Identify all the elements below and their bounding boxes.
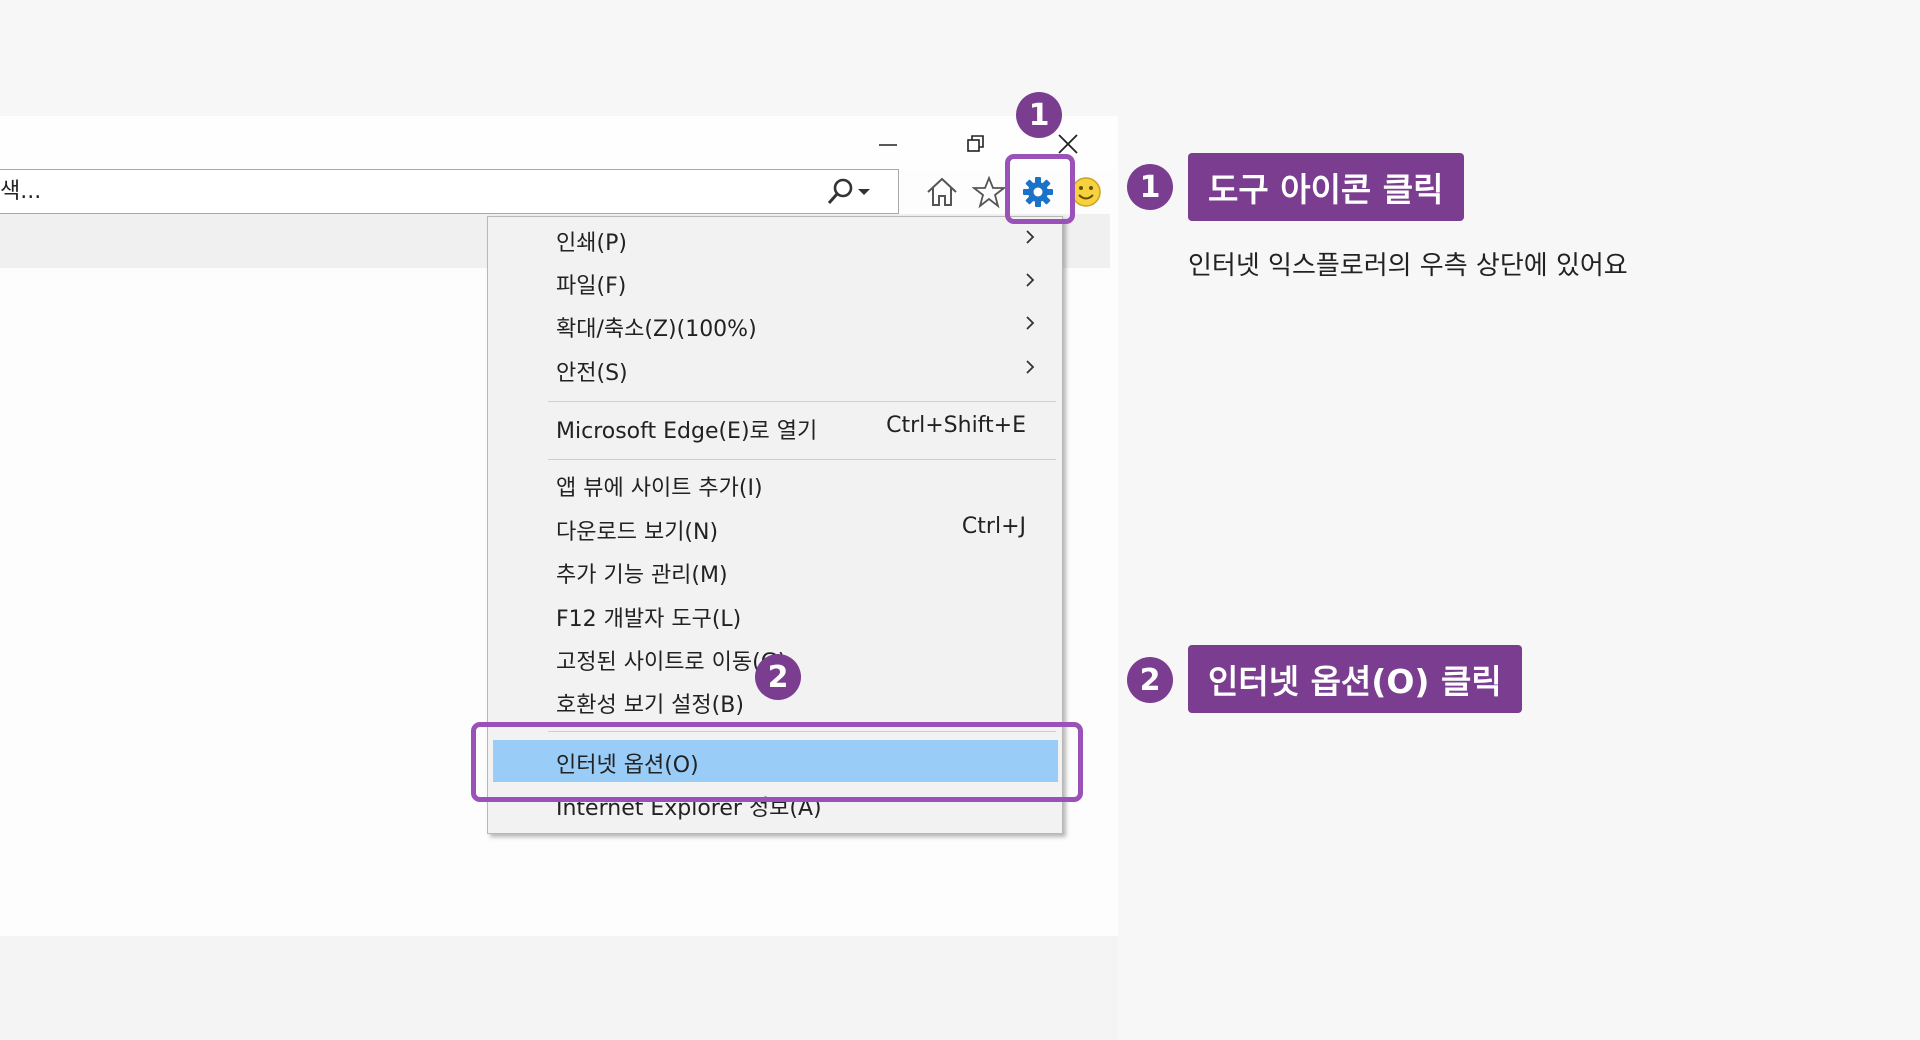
step1-badge: 1	[1016, 92, 1062, 138]
address-bar	[0, 169, 899, 214]
favorites-star-icon	[972, 175, 1006, 209]
menu-item-label: 고정된 사이트로 이동(G)	[556, 650, 787, 675]
menu-item-developer-tools[interactable]: F12 개발자 도구(L)	[488, 593, 1062, 636]
menu-item-print[interactable]: 인쇄(P)	[488, 217, 1062, 260]
menu-item-manage-addons[interactable]: 추가 기능 관리(M)	[488, 549, 1062, 592]
chevron-right-icon	[1026, 273, 1035, 287]
menu-item-label: 호환성 보기 설정(B)	[556, 693, 744, 718]
step1-label: 도구 아이콘 클릭	[1188, 153, 1464, 221]
menu-item-shortcut: Ctrl+J	[961, 514, 1026, 539]
menu-item-label: Microsoft Edge(E)로 열기	[556, 419, 818, 444]
title-bar	[0, 116, 1118, 170]
menu-separator	[548, 459, 1056, 460]
menu-item-add-site-app-view[interactable]: 앱 뷰에 사이트 추가(I)	[488, 462, 1062, 505]
search-dropdown-button[interactable]	[826, 176, 884, 208]
step2-badge: 2	[755, 654, 801, 700]
chevron-right-icon	[1026, 360, 1035, 374]
menu-item-label: 추가 기능 관리(M)	[556, 563, 728, 588]
menu-item-open-edge[interactable]: Microsoft Edge(E)로 열기 Ctrl+Shift+E	[488, 405, 1062, 448]
menu-item-safety[interactable]: 안전(S)	[488, 347, 1062, 390]
minimize-button[interactable]	[868, 124, 908, 164]
home-button[interactable]	[922, 172, 962, 212]
menu-item-label: 안전(S)	[556, 361, 628, 386]
chevron-right-icon	[1026, 316, 1035, 330]
chevron-down-icon	[858, 189, 870, 195]
search-icon	[827, 178, 853, 204]
step1-side-badge: 1	[1127, 164, 1173, 210]
step1-description: 인터넷 익스플로러의 우측 상단에 있어요	[1188, 251, 1628, 281]
menu-item-label: F12 개발자 도구(L)	[556, 607, 742, 632]
step2-label: 인터넷 옵션(O) 클릭	[1188, 645, 1522, 713]
menu-item-label: 확대/축소(Z)(100%)	[556, 317, 757, 342]
menu-item-label: 인쇄(P)	[556, 231, 627, 256]
menu-item-label: 파일(F)	[556, 274, 627, 299]
restore-button[interactable]	[956, 124, 996, 164]
menu-item-shortcut: Ctrl+Shift+E	[886, 413, 1026, 438]
home-icon	[927, 177, 957, 206]
chevron-right-icon	[1026, 230, 1035, 244]
menu-item-file[interactable]: 파일(F)	[488, 260, 1062, 303]
menu-item-zoom[interactable]: 확대/축소(Z)(100%)	[488, 303, 1062, 346]
step1-highlight-box	[1005, 154, 1075, 224]
browser-footer-area	[0, 936, 1118, 1040]
close-icon	[1058, 134, 1078, 154]
menu-separator	[548, 401, 1056, 402]
menu-item-label: 다운로드 보기(N)	[556, 520, 719, 545]
search-input[interactable]	[0, 170, 780, 213]
menu-item-view-downloads[interactable]: 다운로드 보기(N) Ctrl+J	[488, 506, 1062, 549]
minimize-icon	[879, 144, 897, 146]
step2-side-badge: 2	[1127, 657, 1173, 703]
restore-icon	[967, 135, 984, 152]
step2-highlight-box	[471, 722, 1083, 802]
menu-item-label: 앱 뷰에 사이트 추가(I)	[556, 476, 763, 501]
favorites-button[interactable]	[969, 172, 1009, 212]
